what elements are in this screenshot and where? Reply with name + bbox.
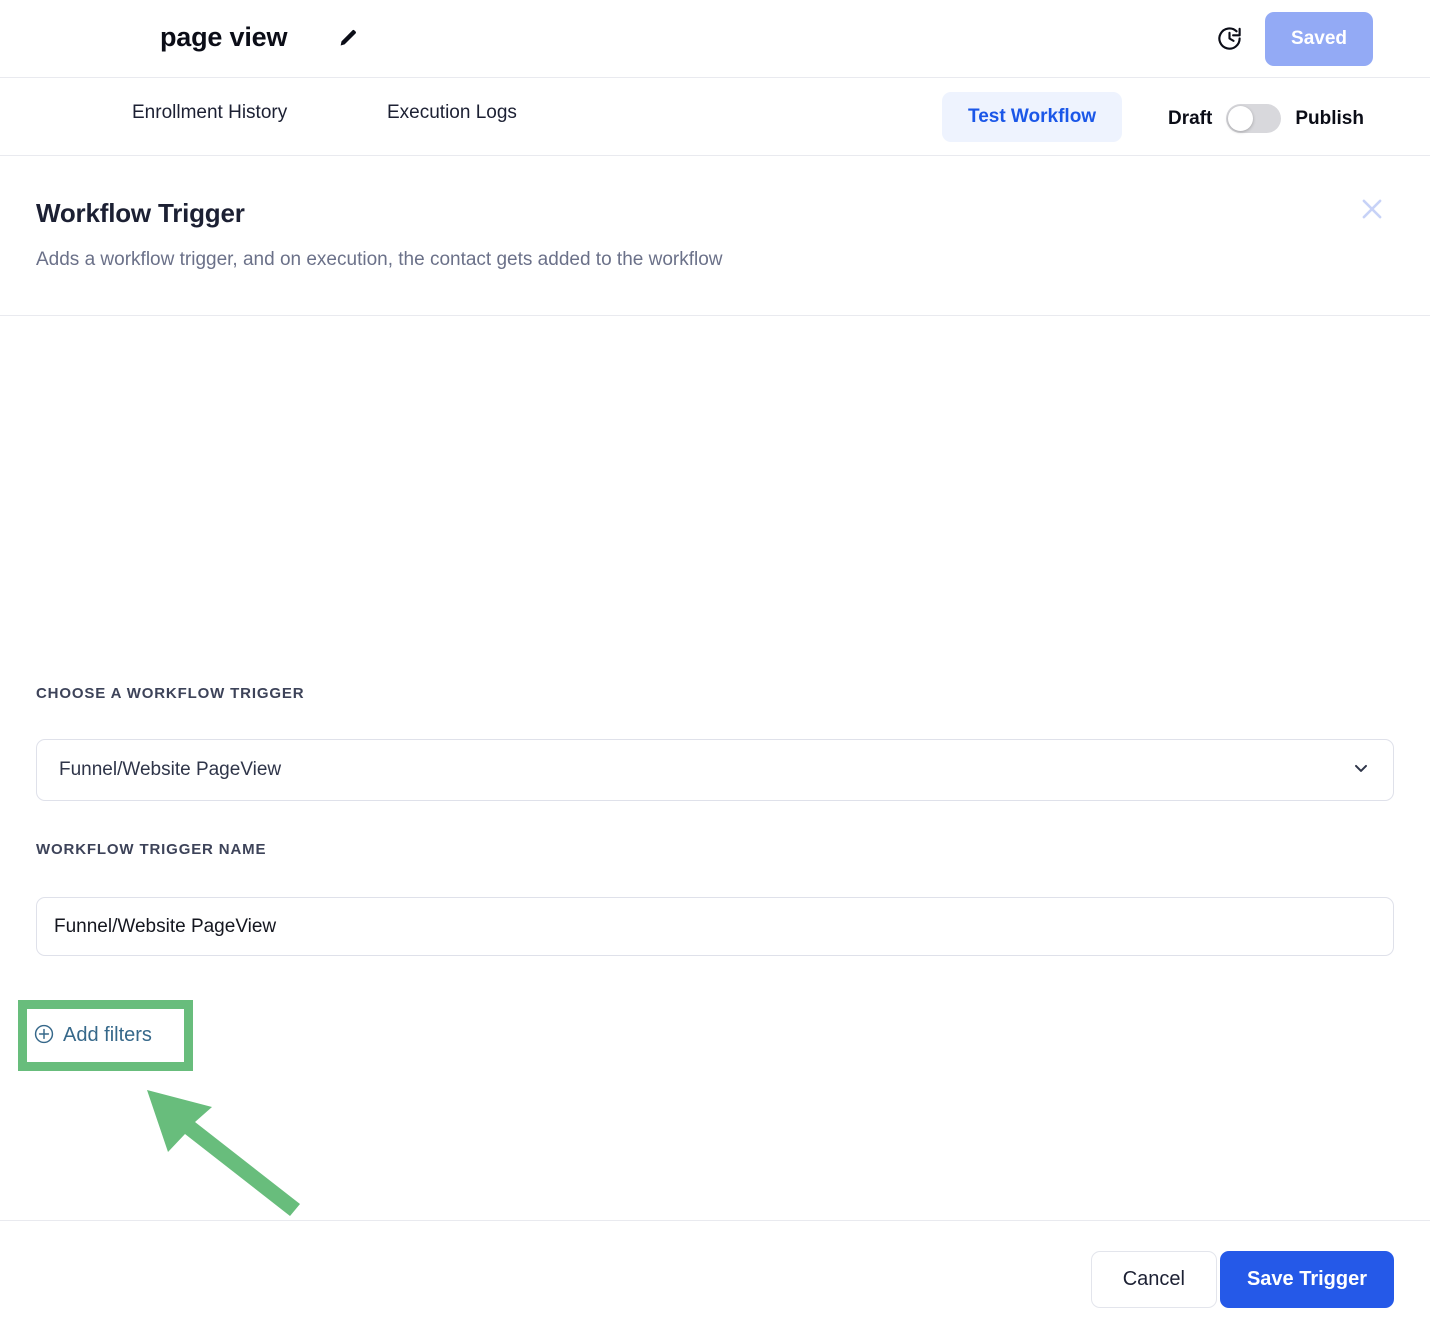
cancel-button[interactable]: Cancel [1090,1251,1217,1308]
tab-execution-logs[interactable]: Execution Logs [387,102,517,124]
workflow-trigger-select[interactable]: Funnel/Website PageView [36,739,1394,801]
panel-title: Workflow Trigger [36,198,245,228]
add-filters-button[interactable]: Add filters [33,1017,152,1053]
test-workflow-button[interactable]: Test Workflow [942,92,1123,142]
workflow-trigger-name-input[interactable] [36,897,1394,956]
tab-bar: Enrollment History Execution Logs Test W… [0,78,1430,156]
panel-description: Adds a workflow trigger, and on executio… [36,249,723,270]
plus-circle-icon [33,1023,55,1048]
clock-history-icon [1216,25,1243,55]
draft-label: Draft [1168,107,1213,129]
chevron-down-icon [1351,758,1371,783]
arrow-up-left-icon [147,1090,300,1216]
pencil-icon [337,27,359,52]
save-trigger-button[interactable]: Save Trigger [1219,1251,1394,1308]
publish-toggle[interactable] [1226,104,1282,133]
panel-footer: Cancel Save Trigger [0,1220,1430,1336]
edit-title-button[interactable] [333,24,363,54]
saved-button[interactable]: Saved [1265,12,1373,66]
page-title: page view [160,22,288,52]
panel-body: CHOOSE A WORKFLOW TRIGGER Funnel/Website… [0,316,1430,1220]
toggle-knob [1228,106,1254,131]
publish-toggle-group: Draft Publish [1168,104,1364,133]
add-filters-label: Add filters [63,1023,152,1046]
trigger-name-label: WORKFLOW TRIGGER NAME [36,841,267,858]
version-history-button[interactable] [1210,21,1248,59]
publish-label: Publish [1295,107,1364,129]
tab-enrollment-history[interactable]: Enrollment History [132,102,287,124]
top-bar: page view Saved [0,0,1430,78]
close-panel-button[interactable] [1350,188,1394,232]
workflow-trigger-page: page view Saved Enrollment History Execu… [0,0,1430,1336]
close-icon [1357,194,1387,227]
choose-trigger-label: CHOOSE A WORKFLOW TRIGGER [36,685,305,702]
workflow-trigger-select-value: Funnel/Website PageView [59,759,282,780]
panel-header: Workflow Trigger Adds a workflow trigger… [0,156,1430,316]
